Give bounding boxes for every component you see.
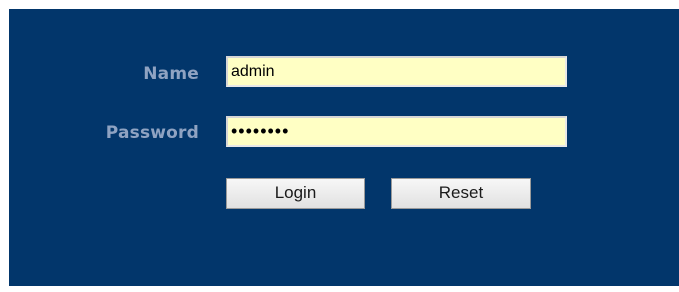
login-panel: Name Password Login Reset bbox=[9, 9, 679, 286]
name-input[interactable] bbox=[226, 56, 567, 87]
reset-button[interactable]: Reset bbox=[391, 178, 531, 209]
name-label: Name bbox=[143, 64, 199, 84]
password-input[interactable] bbox=[226, 116, 567, 147]
password-label: Password bbox=[105, 123, 199, 143]
login-button[interactable]: Login bbox=[226, 178, 365, 209]
